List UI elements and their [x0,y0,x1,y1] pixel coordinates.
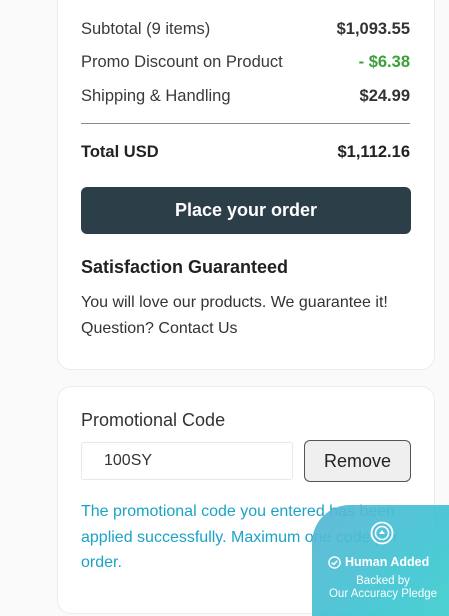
total-label: Total USD [81,143,159,161]
remove-promo-button[interactable]: Remove [304,440,411,482]
promo-discount-row: Promo Discount on Product - $6.38 [81,51,410,73]
shipping-row: Shipping & Handling $24.99 [81,85,410,107]
subtotal-label: Subtotal (9 items) [81,20,211,38]
order-summary-card: Subtotal (9 items) $1,093.55 Promo Disco… [57,0,435,370]
promo-code-title: Promotional Code [81,410,226,430]
satisfaction-title: Satisfaction Guaranteed [81,257,289,277]
satisfaction-text: You will love our products. We guarantee… [81,290,411,342]
total-row: Total USD $1,112.16 [81,141,410,163]
badge-line-1: Backed by [356,575,410,587]
promo-discount-value: - $6.38 [358,53,410,71]
check-circle-icon [328,555,341,569]
badge-title-row: Human Added [328,555,429,569]
contact-us-link[interactable]: Question? Contact Us [81,316,411,342]
pledge-ring-icon [370,521,394,545]
badge-title: Human Added [345,555,430,569]
subtotal-value: $1,093.55 [336,20,410,38]
total-value: $1,112.16 [337,143,411,161]
place-order-button[interactable]: Place your order [81,187,411,234]
checkout-page: Subtotal (9 items) $1,093.55 Promo Disco… [0,0,449,616]
shipping-label: Shipping & Handling [81,87,231,105]
subtotal-row: Subtotal (9 items) $1,093.55 [81,18,410,40]
human-added-badge[interactable]: Human Added Backed by Our Accuracy Pledg… [312,505,449,616]
shipping-value: $24.99 [359,87,410,105]
satisfaction-line: You will love our products. We guarantee… [81,294,388,311]
badge-subtitle: Backed by Our Accuracy Pledge [312,575,449,601]
promo-code-input[interactable]: 100SY [81,442,293,480]
badge-line-2: Our Accuracy Pledge [328,588,438,600]
summary-divider [81,123,410,124]
promo-discount-label: Promo Discount on Product [81,53,283,71]
